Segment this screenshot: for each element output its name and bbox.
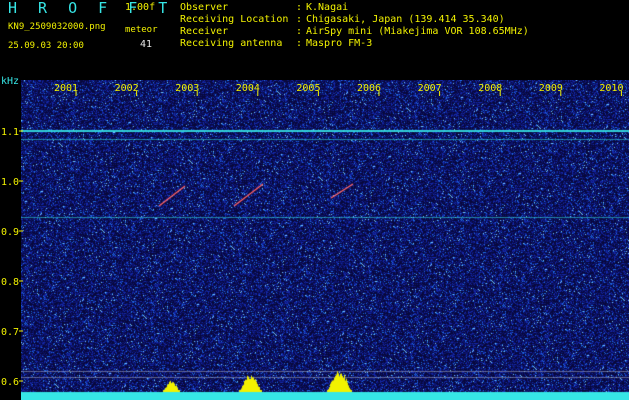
app-version: 1.00f bbox=[125, 2, 156, 13]
observer-value: K.Nagai bbox=[306, 2, 349, 13]
antenna-label: Receiving antenna bbox=[180, 38, 283, 49]
spectrogram-image bbox=[21, 80, 629, 400]
receiver-value: AirSpy mini (Miakejima VOR 108.65MHz) bbox=[306, 26, 529, 37]
receiver-label: Receiver bbox=[180, 26, 229, 37]
receiver-colon: : bbox=[296, 26, 303, 37]
antenna-value: Maspro FM-3 bbox=[306, 38, 373, 49]
antenna-colon: : bbox=[296, 38, 303, 49]
observation-timestamp: 25.09.03 20:00 bbox=[8, 41, 84, 51]
observer-colon: : bbox=[296, 2, 303, 13]
header-panel: H R O F F T 1.00f KN9_2509032000.png met… bbox=[0, 0, 629, 74]
meteor-count-label: meteor bbox=[125, 25, 158, 35]
meteor-count-value: 41 bbox=[140, 39, 153, 50]
location-label: Receiving Location bbox=[180, 14, 289, 25]
location-value: Chigasaki, Japan (139.414 35.340) bbox=[306, 14, 505, 25]
file-name: KN9_2509032000.png bbox=[8, 22, 106, 32]
observer-label: Observer bbox=[180, 2, 229, 13]
location-colon: : bbox=[296, 14, 303, 25]
